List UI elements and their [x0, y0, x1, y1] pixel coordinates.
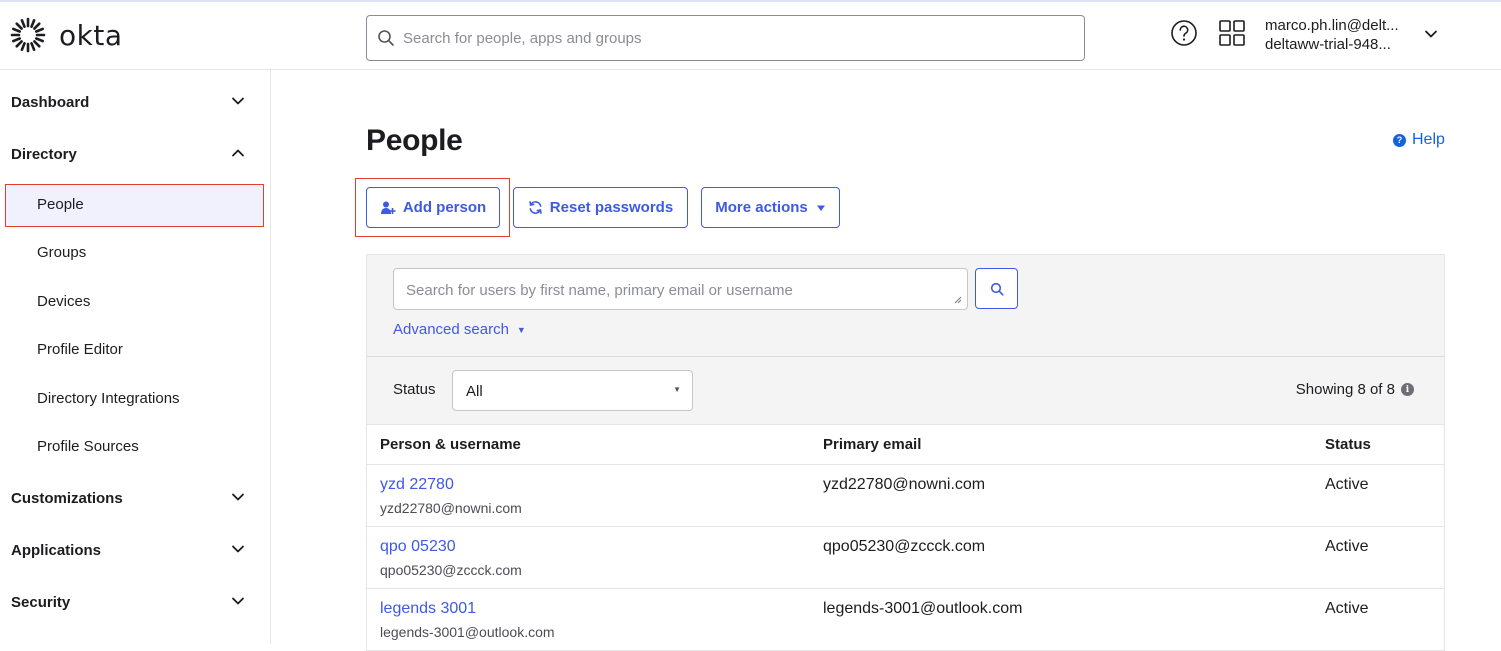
sidebar-item-label: Profile Sources [37, 438, 139, 455]
table-header: Person & username Primary email Status [367, 425, 1444, 465]
more-actions-label: More actions [715, 199, 808, 216]
add-person-button[interactable]: Add person [366, 187, 500, 228]
person-status: Active [1325, 538, 1369, 555]
person-name-link[interactable]: yzd 22780 [380, 476, 454, 494]
help-icon: ? [1393, 133, 1406, 147]
apps-grid-icon[interactable] [1218, 19, 1246, 47]
sidebar-section-security[interactable]: Security [0, 582, 270, 622]
search-icon [990, 282, 1004, 296]
chevron-down-icon [232, 97, 244, 105]
user-search-button[interactable] [975, 268, 1018, 309]
sidebar-section-applications[interactable]: Applications [0, 530, 270, 570]
resize-grip-icon[interactable] [954, 296, 962, 304]
person-status: Active [1325, 476, 1369, 493]
info-icon[interactable]: i [1401, 383, 1414, 396]
status-filter-label: Status [393, 381, 436, 398]
chevron-down-icon [232, 545, 244, 553]
sidebar-item-profile-editor[interactable]: Profile Editor [0, 330, 270, 370]
reset-passwords-label: Reset passwords [549, 199, 674, 216]
help-icon[interactable] [1170, 19, 1198, 47]
person-name-link[interactable]: qpo 05230 [380, 538, 456, 556]
table-row: legends 3001 legends-3001@outlook.com le… [367, 589, 1444, 651]
page-title: People [366, 124, 463, 157]
okta-sunburst-icon [10, 17, 46, 53]
person-username: legends-3001@outlook.com [380, 624, 555, 640]
sidebar-item-label: Devices [37, 293, 91, 310]
sidebar-section-label: Dashboard [11, 93, 90, 111]
results-count: Showing 8 of 8 i [1296, 381, 1414, 398]
caret-down-icon: ▼ [516, 324, 526, 335]
help-link[interactable]: ? Help [1393, 131, 1445, 149]
person-username: yzd22780@nowni.com [380, 500, 522, 516]
person-name-link[interactable]: legends 3001 [380, 600, 476, 618]
global-search-input[interactable] [403, 29, 1063, 47]
select-arrow-icon: ▼ [673, 385, 681, 394]
search-icon [378, 30, 394, 46]
advanced-search-toggle[interactable]: Advanced search ▼ [393, 321, 526, 338]
okta-logo[interactable]: okta [10, 17, 122, 53]
user-email: marco.ph.lin@delt... [1265, 17, 1399, 34]
person-email: qpo05230@zccck.com [823, 538, 986, 555]
sidebar: Dashboard Directory People Groups Device… [0, 70, 271, 644]
chevron-down-icon [232, 597, 244, 605]
person-email: yzd22780@nowni.com [823, 476, 986, 493]
sidebar-section-label: Security [11, 593, 71, 611]
caret-down-icon [816, 205, 825, 211]
sidebar-item-directory-integrations[interactable]: Directory Integrations [0, 379, 270, 419]
org-name: deltaww-trial-948... [1265, 36, 1391, 53]
divider [367, 356, 1444, 357]
table-row: yzd 22780 yzd22780@nowni.com yzd22780@no… [367, 465, 1444, 527]
top-bar: okta marco.ph.lin@delt... deltaww-trial-… [0, 0, 1501, 70]
global-search[interactable] [366, 15, 1085, 61]
chevron-down-icon [232, 493, 244, 501]
sidebar-item-label: Directory Integrations [37, 390, 180, 407]
table-row: qpo 05230 qpo05230@zccck.com qpo05230@zc… [367, 527, 1444, 589]
column-header-person[interactable]: Person & username [380, 436, 521, 453]
okta-wordmark: okta [59, 18, 123, 52]
reset-passwords-button[interactable]: Reset passwords [513, 187, 688, 228]
add-person-label: Add person [402, 199, 487, 216]
sidebar-section-label: Directory [11, 145, 77, 163]
more-actions-button[interactable]: More actions [701, 187, 840, 228]
user-search-field[interactable] [393, 268, 968, 310]
add-person-icon [380, 201, 396, 214]
sidebar-item-label: Profile Editor [37, 341, 123, 358]
status-filter-select[interactable]: All ▼ [452, 370, 693, 411]
sidebar-section-customizations[interactable]: Customizations [0, 478, 270, 518]
sidebar-item-label: Groups [37, 244, 87, 261]
user-search-input[interactable] [406, 282, 946, 299]
chevron-up-icon [232, 149, 244, 157]
chevron-down-icon[interactable] [1424, 27, 1438, 41]
column-header-status[interactable]: Status [1325, 436, 1371, 453]
sidebar-item-profile-sources[interactable]: Profile Sources [0, 427, 270, 467]
person-status: Active [1325, 600, 1369, 617]
column-header-email[interactable]: Primary email [823, 436, 921, 453]
user-menu[interactable]: marco.ph.lin@delt... deltaww-trial-948..… [1265, 16, 1399, 54]
results-count-label: Showing 8 of 8 [1295, 381, 1395, 398]
sidebar-item-label: People [37, 196, 84, 213]
status-filter-value: All [466, 383, 483, 400]
sidebar-item-groups[interactable]: Groups [0, 233, 270, 273]
refresh-icon [529, 201, 542, 214]
sidebar-item-devices[interactable]: Devices [0, 282, 270, 322]
person-username: qpo05230@zccck.com [380, 562, 522, 578]
help-label: Help [1412, 131, 1445, 148]
sidebar-item-people[interactable]: People [5, 184, 264, 227]
advanced-search-label: Advanced search [393, 321, 509, 338]
sidebar-section-dashboard[interactable]: Dashboard [0, 82, 270, 122]
filter-panel: Advanced search ▼ Status All ▼ Showing 8… [366, 254, 1445, 424]
people-table: Person & username Primary email Status y… [366, 424, 1445, 651]
sidebar-section-label: Applications [11, 541, 102, 559]
sidebar-section-label: Customizations [11, 489, 123, 507]
sidebar-section-directory[interactable]: Directory [0, 134, 270, 174]
person-email: legends-3001@outlook.com [823, 600, 1023, 617]
